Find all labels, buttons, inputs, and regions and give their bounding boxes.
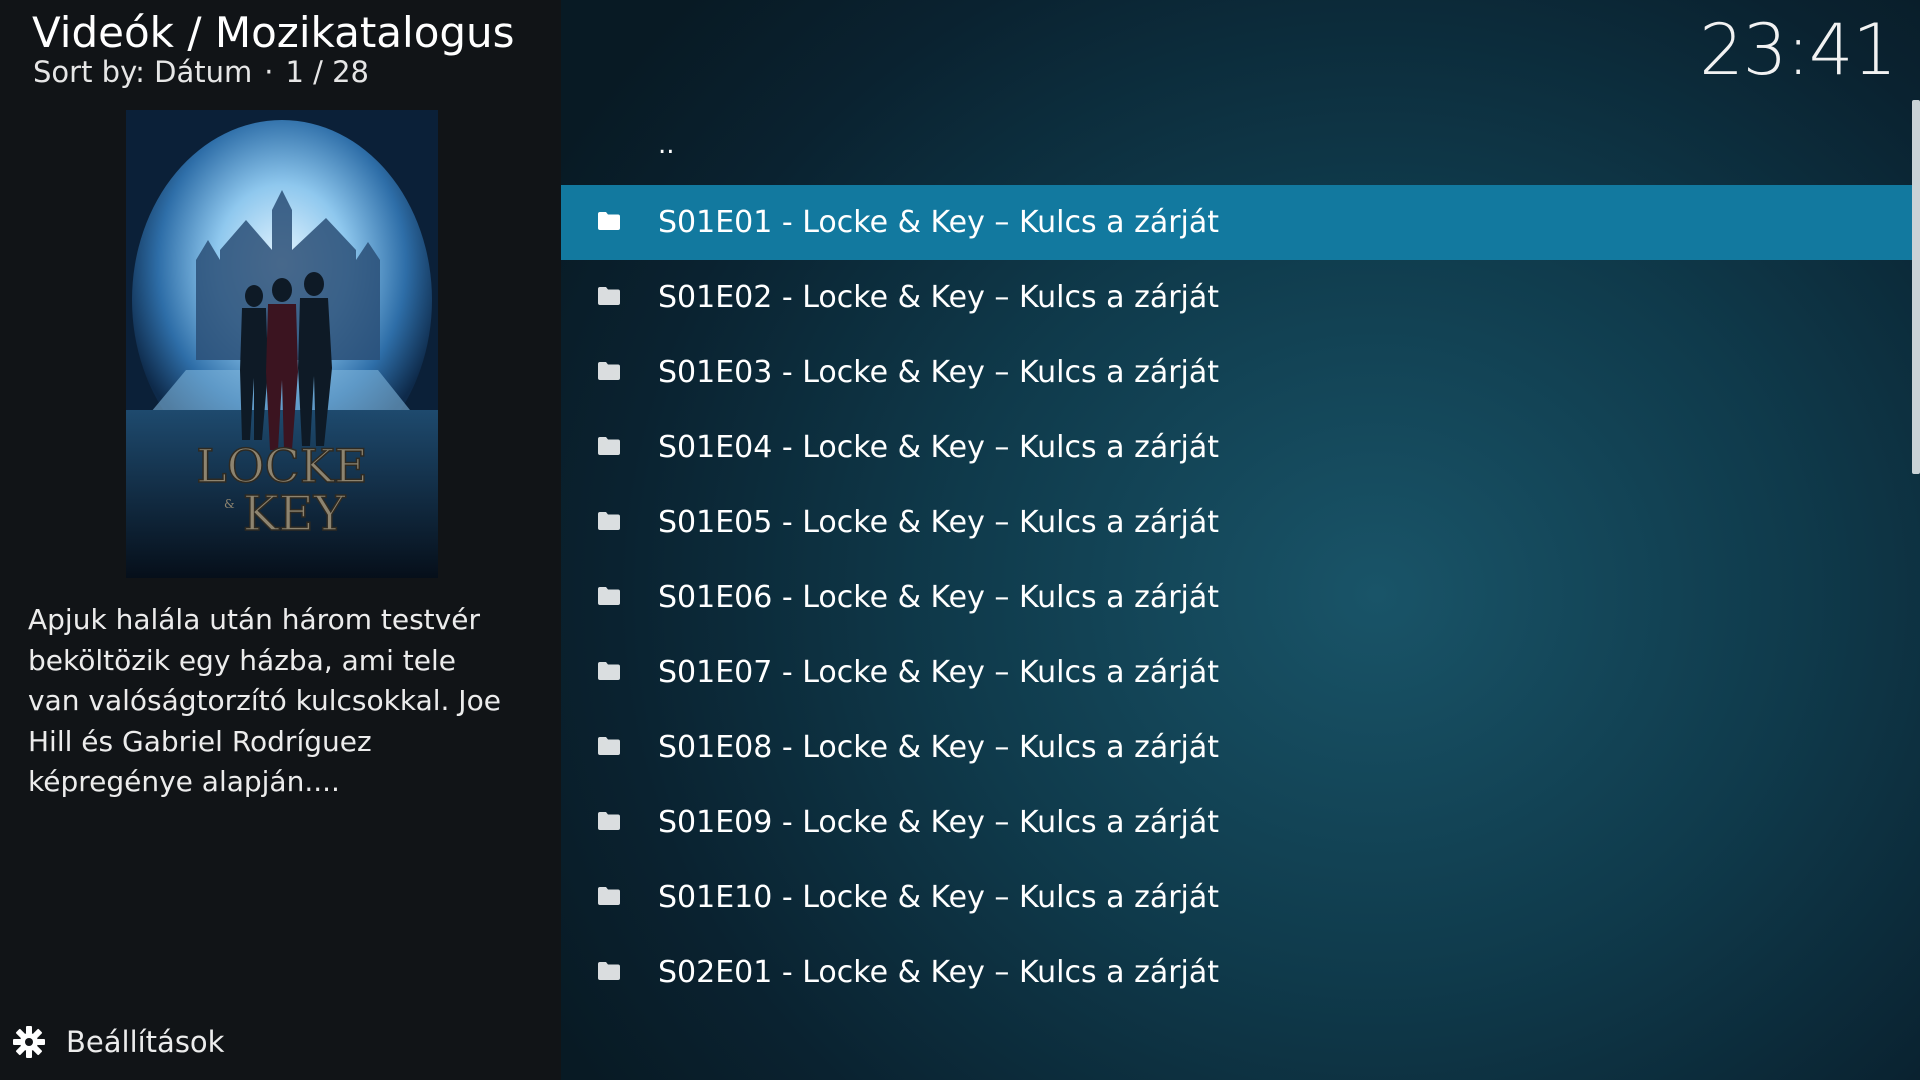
poster-image: LOCKE & KEY <box>126 110 438 578</box>
list-item-label: S01E02 - Locke & Key – Kulcs a zárját <box>658 280 1220 315</box>
folder-icon <box>597 511 621 531</box>
list-item[interactable]: S01E10 - Locke & Key – Kulcs a zárját <box>561 860 1913 935</box>
list-item-label: S01E10 - Locke & Key – Kulcs a zárját <box>658 880 1220 915</box>
folder-icon <box>597 586 621 606</box>
episode-list: .. S01E01 - Locke & Key – Kulcs a zárját… <box>561 110 1913 1010</box>
list-item-label: S01E08 - Locke & Key – Kulcs a zárját <box>658 730 1220 765</box>
kodi-video-browser: Videók / Mozikatalogus Sort by: Dátum · 1 … <box>0 0 1920 1080</box>
list-item-label: S02E01 - Locke & Key – Kulcs a zárját <box>658 955 1220 990</box>
list-item[interactable]: S02E01 - Locke & Key – Kulcs a zárját <box>561 935 1913 1010</box>
separator-dot: · <box>264 55 274 89</box>
list-item[interactable]: S01E08 - Locke & Key – Kulcs a zárját <box>561 710 1913 785</box>
info-panel: Videók / Mozikatalogus Sort by: Dátum · 1 … <box>0 0 561 1080</box>
list-item-label: S01E04 - Locke & Key – Kulcs a zárját <box>658 430 1220 465</box>
folder-icon <box>597 886 621 906</box>
sort-label[interactable]: Sort by: Dátum <box>33 55 252 89</box>
settings-label: Beállítások <box>66 1025 225 1059</box>
list-item[interactable]: S01E07 - Locke & Key – Kulcs a zárját <box>561 635 1913 710</box>
list-item-label: S01E07 - Locke & Key – Kulcs a zárját <box>658 655 1220 690</box>
folder-icon <box>597 286 621 306</box>
settings-button[interactable]: Beállítások <box>12 1022 224 1062</box>
list-item[interactable]: S01E05 - Locke & Key – Kulcs a zárját <box>561 485 1913 560</box>
folder-icon <box>597 661 621 681</box>
item-position: 1 / 28 <box>285 55 369 89</box>
parent-folder-item[interactable]: .. <box>561 110 1913 185</box>
folder-icon <box>597 361 621 381</box>
list-item[interactable]: S01E09 - Locke & Key – Kulcs a zárját <box>561 785 1913 860</box>
list-scrollbar[interactable] <box>1912 100 1920 474</box>
clock: 23:41 <box>1699 9 1897 91</box>
svg-text:KEY: KEY <box>243 486 347 542</box>
folder-icon <box>597 211 621 231</box>
list-item-label: S01E03 - Locke & Key – Kulcs a zárját <box>658 355 1220 390</box>
list-item[interactable]: S01E01 - Locke & Key – Kulcs a zárját <box>561 185 1913 260</box>
folder-icon <box>597 436 621 456</box>
settings-gear-icon <box>13 1026 45 1058</box>
list-item[interactable]: S01E02 - Locke & Key – Kulcs a zárját <box>561 260 1913 335</box>
file-list-panel: 23:41 .. S01E01 - Locke & Key – Kulcs a … <box>561 0 1920 1080</box>
folder-icon <box>597 736 621 756</box>
svg-text:&: & <box>224 497 235 511</box>
sort-status: Sort by: Dátum · 1 / 28 <box>33 52 369 92</box>
folder-icon <box>597 961 621 981</box>
parent-folder-label: .. <box>658 130 675 160</box>
svg-text:LOCKE: LOCKE <box>196 439 367 493</box>
list-item-label: S01E05 - Locke & Key – Kulcs a zárját <box>658 505 1220 540</box>
list-item[interactable]: S01E03 - Locke & Key – Kulcs a zárját <box>561 335 1913 410</box>
folder-icon <box>597 811 621 831</box>
list-item[interactable]: S01E06 - Locke & Key – Kulcs a zárját <box>561 560 1913 635</box>
list-item-label: S01E06 - Locke & Key – Kulcs a zárját <box>658 580 1220 615</box>
list-item[interactable]: S01E04 - Locke & Key – Kulcs a zárját <box>561 410 1913 485</box>
list-item-label: S01E09 - Locke & Key – Kulcs a zárját <box>658 805 1220 840</box>
list-item-label: S01E01 - Locke & Key – Kulcs a zárját <box>658 205 1220 240</box>
plot-summary: Apjuk halála után három testvér beköltöz… <box>28 603 501 798</box>
